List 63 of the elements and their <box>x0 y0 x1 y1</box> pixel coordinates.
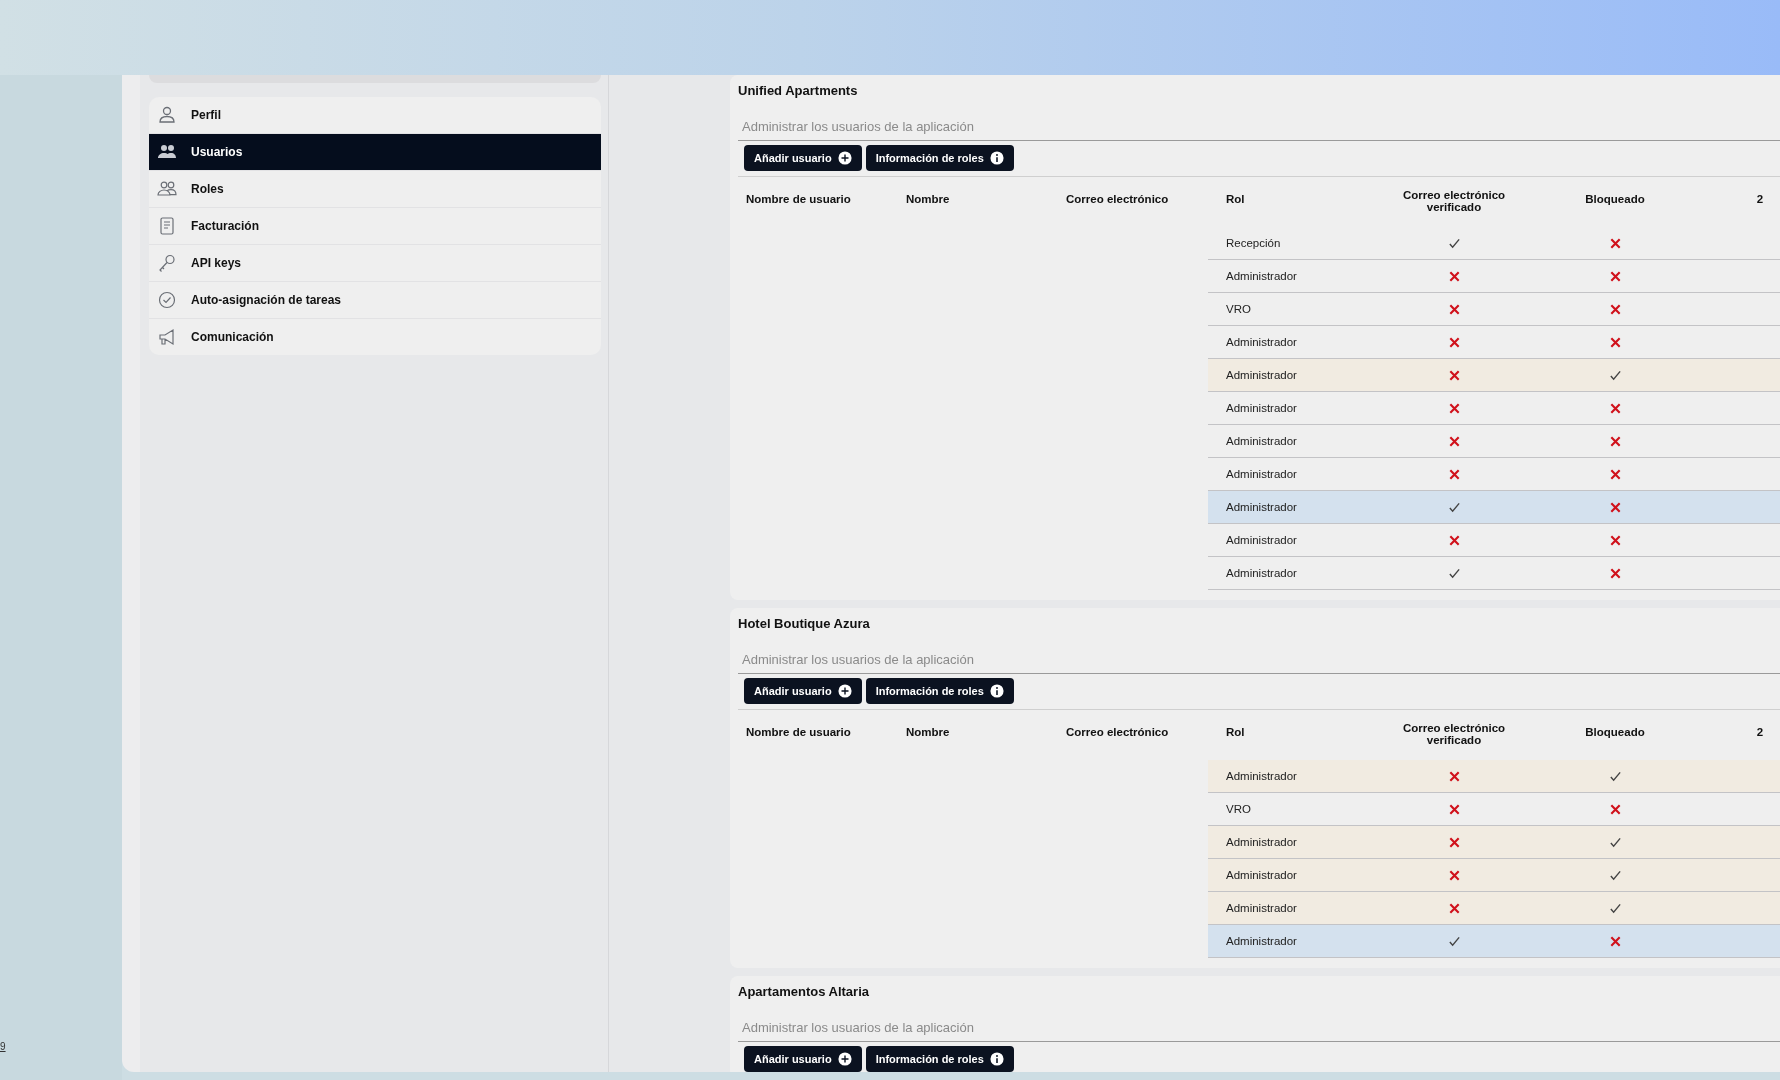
column-header: Bloqueado <box>1585 726 1645 738</box>
plus-icon <box>837 1052 852 1066</box>
action-button[interactable]: Añadir usuario <box>744 145 862 171</box>
corner-text: 9 <box>0 1041 6 1052</box>
table-cell: Administrador <box>1226 501 1297 513</box>
column-header: Correo electrónico <box>1066 193 1169 205</box>
action-button[interactable]: Añadir usuario <box>744 1046 862 1072</box>
section-title: Unified Apartments <box>738 83 859 100</box>
table-cell: Administrador <box>1226 869 1297 881</box>
sidebar-item[interactable]: Auto-asignación de tareas <box>149 282 601 319</box>
sidebar-item[interactable]: Roles <box>149 171 601 208</box>
column-header: Nombre de usuario <box>746 193 851 205</box>
section-subtitle: Administrar los usuarios de la aplicación <box>738 1008 1780 1042</box>
sidebar-item[interactable]: Comunicación <box>149 319 601 355</box>
table-cell: Administrador <box>1226 567 1297 579</box>
table-cell: Administrador <box>1226 836 1297 848</box>
column-header: Correo electrónico verificado <box>1401 722 1507 746</box>
section-title: Hotel Boutique Azura <box>738 616 871 633</box>
action-button[interactable]: Información de roles <box>865 678 1014 704</box>
action-button[interactable]: Información de roles <box>865 1046 1014 1072</box>
column-header: 2 <box>1756 726 1764 738</box>
section-subtitle: Administrar los usuarios de la aplicación <box>738 107 1780 141</box>
info-icon <box>989 151 1004 165</box>
table-cell: Administrador <box>1226 369 1297 381</box>
table-cell: Administrador <box>1226 770 1297 782</box>
column-header: Correo electrónico verificado <box>1401 189 1507 213</box>
column-header: Rol <box>1226 726 1245 738</box>
check-circle-icon <box>157 290 177 310</box>
table-cell: VRO <box>1226 303 1251 315</box>
search-field[interactable] <box>149 75 601 83</box>
table-cell: Administrador <box>1226 468 1297 480</box>
info-icon <box>989 1052 1004 1066</box>
plus-icon <box>837 151 852 165</box>
table-cell: Administrador <box>1226 534 1297 546</box>
table-cell: Administrador <box>1226 270 1297 282</box>
person-icon <box>157 105 177 125</box>
section-subtitle: Administrar los usuarios de la aplicación <box>738 640 1780 674</box>
document-icon <box>157 216 177 236</box>
sidebar-item[interactable]: API keys <box>149 245 601 282</box>
table-cell: Administrador <box>1226 935 1297 947</box>
table-cell: Administrador <box>1226 902 1297 914</box>
table-cell: Administrador <box>1226 336 1297 348</box>
table-cell: Administrador <box>1226 402 1297 414</box>
users-icon <box>157 179 177 199</box>
table-cell: Recepción <box>1226 237 1281 249</box>
plus-icon <box>837 684 852 698</box>
sidebar-item[interactable]: Facturación <box>149 208 601 245</box>
column-header: Bloqueado <box>1585 193 1645 205</box>
column-header: Correo electrónico <box>1066 726 1169 738</box>
column-header: Nombre de usuario <box>746 726 851 738</box>
table-cell: VRO <box>1226 803 1251 815</box>
info-icon <box>989 684 1004 698</box>
action-button[interactable]: Añadir usuario <box>744 678 862 704</box>
column-header: Nombre <box>906 726 950 738</box>
section-title: Apartamentos Altaria <box>738 984 870 1001</box>
column-header: 2 <box>1756 193 1764 205</box>
key-icon <box>157 253 177 273</box>
megaphone-icon <box>157 327 177 347</box>
action-button[interactable]: Información de roles <box>865 145 1014 171</box>
column-header: Rol <box>1226 193 1245 205</box>
table-cell: Administrador <box>1226 435 1297 447</box>
sidebar-item[interactable]: Usuarios <box>149 134 601 171</box>
column-header: Nombre <box>906 193 950 205</box>
